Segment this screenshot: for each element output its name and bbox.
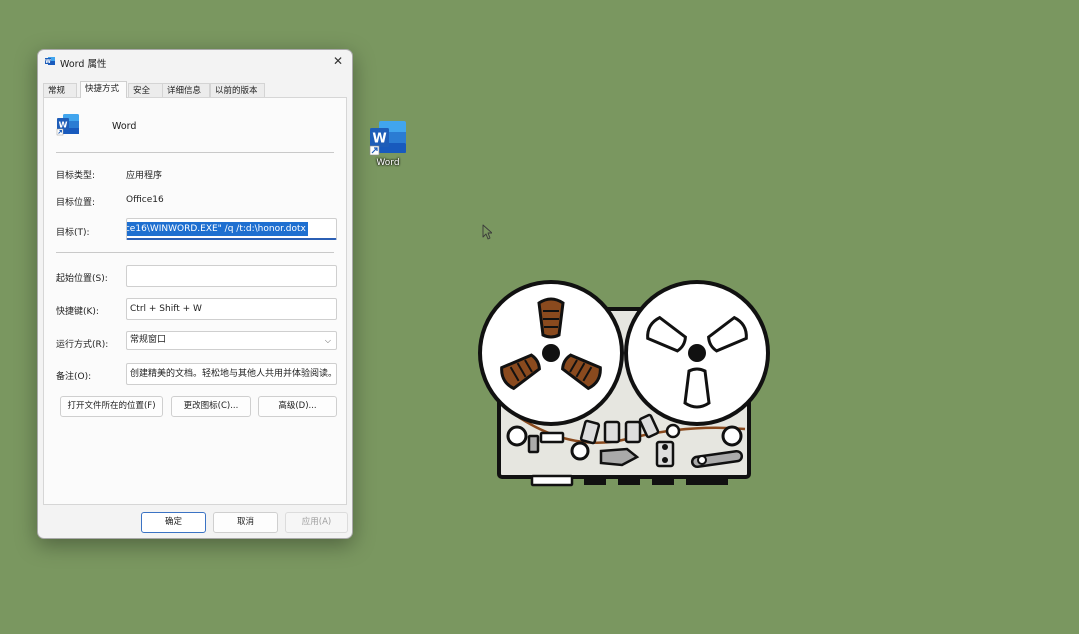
reel-to-reel-tape-recorder-icon [478, 280, 770, 487]
comment-input[interactable]: 创建精美的文档。轻松地与其他人共用并体验阅读。 [126, 363, 337, 385]
mouse-cursor-icon [482, 224, 492, 240]
open-file-location-button[interactable]: 打开文件所在的位置(F) [60, 396, 163, 417]
start-in-input[interactable] [126, 265, 337, 287]
shortcut-key-input[interactable]: Ctrl + Shift + W [126, 298, 337, 320]
advanced-button[interactable]: 高级(D)... [258, 396, 337, 417]
chevron-down-icon: ⌵ [324, 336, 331, 345]
cancel-button[interactable]: 取消 [213, 512, 278, 533]
ok-button[interactable]: 确定 [141, 512, 206, 533]
app-name: Word [112, 121, 137, 132]
comment-label: 备注(O): [56, 372, 92, 382]
tab-security[interactable]: 安全 [128, 83, 163, 97]
tab-general[interactable]: 常规 [43, 83, 77, 97]
run-select[interactable]: 常规窗口 ⌵ [126, 331, 337, 350]
close-button[interactable]: ✕ [330, 53, 346, 69]
word-icon: W [45, 57, 55, 65]
dialog-title: Word 属性 [60, 59, 107, 70]
shortcut-panel: W Word 目标类型: 应用程序 目标位置: Office16 目标(T): … [43, 97, 347, 505]
target-type-value: 应用程序 [126, 171, 163, 181]
tab-details[interactable]: 详细信息 [162, 83, 210, 97]
close-icon: ✕ [332, 54, 344, 68]
properties-dialog: W Word 属性 ✕ 常规 快捷方式 安全 详细信息 以前的版本 W Word… [37, 49, 353, 539]
tab-previous-versions[interactable]: 以前的版本 [210, 83, 265, 97]
apply-button[interactable]: 应用(A) [285, 512, 348, 533]
svg-text:W: W [372, 132, 386, 147]
word-icon: W [369, 121, 406, 156]
run-label: 运行方式(R): [56, 340, 109, 350]
target-location-value: Office16 [126, 195, 164, 205]
target-input-selection: ot\Office16\WINWORD.EXE" /q /t:d:\honor.… [127, 222, 308, 236]
target-label: 目标(T): [56, 228, 90, 238]
change-icon-button[interactable]: 更改图标(C)... [171, 396, 251, 417]
target-location-label: 目标位置: [56, 198, 96, 208]
word-icon: W [56, 114, 79, 136]
separator [56, 252, 334, 253]
tab-shortcut[interactable]: 快捷方式 [80, 81, 127, 98]
shortcut-key-label: 快捷键(K): [56, 307, 99, 317]
target-input[interactable]: ot\Office16\WINWORD.EXE" /q /t:d:\honor.… [126, 218, 337, 240]
desktop-word-shortcut[interactable]: W Word [366, 118, 410, 174]
svg-text:W: W [45, 59, 51, 65]
separator [56, 152, 334, 153]
target-type-label: 目标类型: [56, 171, 96, 181]
desktop-icon-label: Word [376, 158, 400, 168]
run-select-value: 常规窗口 [130, 335, 167, 345]
start-in-label: 起始位置(S): [56, 274, 108, 284]
title-bar[interactable]: W Word 属性 ✕ [38, 50, 352, 74]
svg-text:W: W [59, 121, 68, 130]
